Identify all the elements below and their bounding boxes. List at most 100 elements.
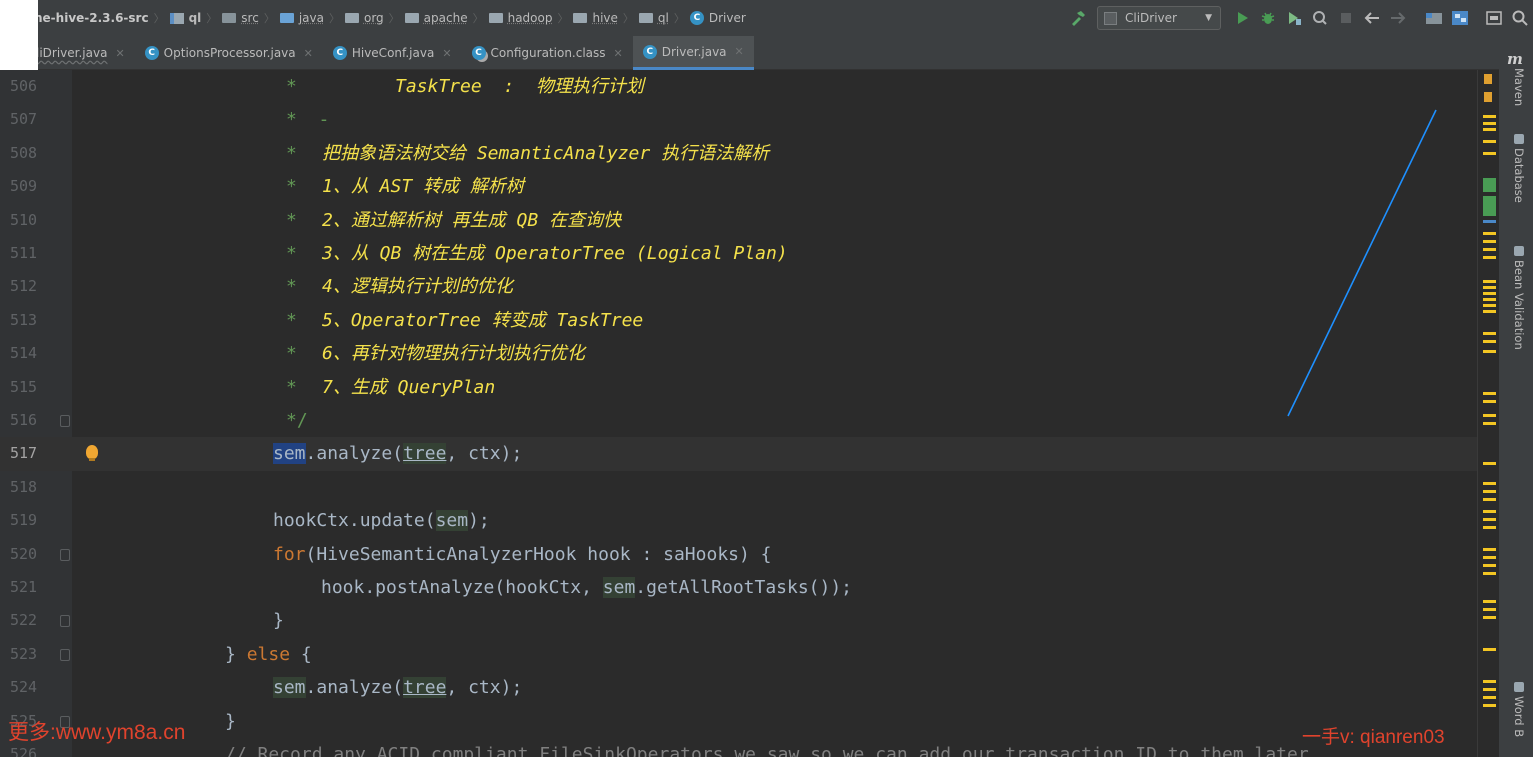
stripe-marker[interactable] bbox=[1483, 572, 1496, 575]
stripe-marker[interactable] bbox=[1483, 680, 1496, 683]
stripe-marker[interactable] bbox=[1483, 696, 1496, 699]
stripe-marker[interactable] bbox=[1483, 292, 1496, 295]
back-icon[interactable] bbox=[1359, 0, 1385, 36]
stripe-marker[interactable] bbox=[1483, 332, 1496, 335]
stripe-marker[interactable] bbox=[1483, 422, 1496, 425]
line-number: 521 bbox=[10, 578, 38, 596]
stripe-marker[interactable] bbox=[1483, 548, 1496, 551]
breadcrumb-item-driver[interactable]: C Driver bbox=[686, 11, 750, 25]
bean-validation-icon bbox=[1514, 246, 1524, 256]
close-icon[interactable]: ✕ bbox=[735, 45, 744, 58]
stripe-marker[interactable] bbox=[1483, 256, 1496, 259]
stripe-marker[interactable] bbox=[1483, 482, 1496, 485]
run-configuration-select[interactable]: CliDriver ▼ bbox=[1097, 6, 1221, 30]
token: hook.postAnalyze(hookCtx, bbox=[321, 577, 603, 598]
change-marker[interactable] bbox=[1483, 178, 1496, 192]
comment-text: 把抽象语法树交给 SemanticAnalyzer 执行语法解析 bbox=[322, 142, 770, 164]
stripe-marker[interactable] bbox=[1483, 510, 1496, 513]
profile-icon[interactable] bbox=[1307, 0, 1333, 36]
stripe-marker[interactable] bbox=[1483, 616, 1496, 619]
stripe-marker[interactable] bbox=[1483, 414, 1496, 417]
stripe-marker[interactable] bbox=[1483, 556, 1496, 559]
tool-tab-word-book[interactable]: Word B bbox=[1499, 682, 1533, 737]
stripe-marker[interactable] bbox=[1483, 526, 1496, 529]
stripe-marker[interactable] bbox=[1483, 128, 1496, 131]
stripe-marker[interactable] bbox=[1483, 286, 1496, 289]
watermark-left: 更多:www.ym8a.cn bbox=[8, 721, 186, 744]
token-sem-selected: sem bbox=[273, 443, 306, 465]
stripe-marker[interactable] bbox=[1483, 220, 1496, 223]
stripe-marker[interactable] bbox=[1483, 115, 1496, 118]
sdk-icon[interactable] bbox=[1421, 0, 1447, 36]
code-text: hook.postAnalyze(hookCtx, sem.getAllRoot… bbox=[321, 571, 852, 604]
stripe-marker[interactable] bbox=[1483, 232, 1496, 235]
close-icon[interactable]: ✕ bbox=[304, 47, 313, 60]
stripe-marker[interactable] bbox=[1483, 310, 1496, 313]
stripe-marker[interactable] bbox=[1483, 240, 1496, 243]
layout-icon[interactable] bbox=[1481, 0, 1507, 36]
stripe-marker[interactable] bbox=[1483, 462, 1496, 465]
stripe-marker[interactable] bbox=[1483, 608, 1496, 611]
breadcrumb-item-ql-package[interactable]: ql bbox=[635, 11, 673, 25]
stripe-marker[interactable] bbox=[1483, 152, 1496, 155]
fold-marker-icon[interactable] bbox=[60, 548, 70, 561]
close-icon[interactable]: ✕ bbox=[442, 47, 451, 60]
stop-icon[interactable] bbox=[1333, 0, 1359, 36]
close-icon[interactable]: ✕ bbox=[614, 47, 623, 60]
tool-tab-bean-validation[interactable]: Bean Validation bbox=[1499, 246, 1533, 350]
debug-icon[interactable] bbox=[1255, 0, 1281, 36]
tab-optionsprocessor[interactable]: C OptionsProcessor.java ✕ bbox=[135, 36, 323, 70]
fold-marker-icon[interactable] bbox=[60, 648, 70, 661]
comment-text: 5、OperatorTree 转变成 TaskTree bbox=[322, 309, 644, 331]
warning-marker[interactable] bbox=[1484, 92, 1492, 102]
build-hammer-icon[interactable] bbox=[1065, 0, 1091, 36]
code-editor[interactable]: 506 * TaskTree : 物理执行计划 507 * - 508 * 把抽… bbox=[0, 70, 1477, 757]
stripe-marker[interactable] bbox=[1483, 564, 1496, 567]
close-icon[interactable]: ✕ bbox=[115, 47, 124, 60]
stripe-marker[interactable] bbox=[1483, 140, 1496, 143]
tab-driver[interactable]: C Driver.java ✕ bbox=[632, 36, 754, 70]
stripe-marker[interactable] bbox=[1483, 298, 1496, 301]
breadcrumb-item-src[interactable]: src bbox=[218, 11, 263, 25]
stripe-marker[interactable] bbox=[1483, 400, 1496, 403]
breadcrumb-item-apache[interactable]: apache bbox=[401, 11, 472, 25]
fold-marker-icon[interactable] bbox=[60, 615, 70, 628]
stripe-marker[interactable] bbox=[1483, 280, 1496, 283]
warning-marker[interactable] bbox=[1484, 74, 1492, 84]
tool-tab-database[interactable]: Database bbox=[1499, 134, 1533, 203]
tool-tab-maven[interactable]: Maven bbox=[1499, 68, 1533, 106]
coverage-icon[interactable] bbox=[1281, 0, 1307, 36]
lightbulb-icon[interactable] bbox=[86, 445, 98, 462]
breadcrumb-item-hadoop[interactable]: hadoop bbox=[485, 11, 557, 25]
stripe-marker[interactable] bbox=[1483, 648, 1496, 651]
tab-hiveconf[interactable]: C HiveConf.java ✕ bbox=[323, 36, 462, 70]
maven-icon: m bbox=[1507, 50, 1523, 68]
comment-star: * bbox=[286, 70, 297, 103]
stripe-marker[interactable] bbox=[1483, 688, 1496, 691]
breadcrumb-item-org[interactable]: org bbox=[341, 11, 388, 25]
forward-icon[interactable] bbox=[1385, 0, 1411, 36]
search-icon[interactable] bbox=[1507, 0, 1533, 36]
stripe-marker[interactable] bbox=[1483, 600, 1496, 603]
navigation-bar: he-hive-2.3.6-src 〉 ql 〉 src 〉 java 〉 or… bbox=[0, 0, 1533, 36]
stripe-marker[interactable] bbox=[1483, 340, 1496, 343]
breadcrumb-item-ql-module[interactable]: ql bbox=[166, 11, 206, 25]
stripe-marker[interactable] bbox=[1483, 518, 1496, 521]
stripe-marker[interactable] bbox=[1483, 350, 1496, 353]
stripe-marker[interactable] bbox=[1483, 122, 1496, 125]
stripe-marker[interactable] bbox=[1483, 490, 1496, 493]
stripe-marker[interactable] bbox=[1483, 498, 1496, 501]
token: hookCtx.update( bbox=[273, 510, 436, 532]
stripe-marker[interactable] bbox=[1483, 304, 1496, 307]
run-icon[interactable] bbox=[1229, 0, 1255, 36]
stripe-marker[interactable] bbox=[1483, 392, 1496, 395]
stripe-marker[interactable] bbox=[1483, 248, 1496, 251]
error-stripe[interactable] bbox=[1477, 70, 1499, 757]
change-marker[interactable] bbox=[1483, 196, 1496, 216]
stripe-marker[interactable] bbox=[1483, 704, 1496, 707]
project-structure-icon[interactable] bbox=[1447, 0, 1473, 36]
tab-configuration[interactable]: C Configuration.class ✕ bbox=[462, 36, 633, 70]
fold-marker-icon[interactable] bbox=[60, 415, 70, 427]
breadcrumb-item-java[interactable]: java bbox=[276, 11, 328, 25]
breadcrumb-item-hive[interactable]: hive bbox=[569, 11, 621, 25]
